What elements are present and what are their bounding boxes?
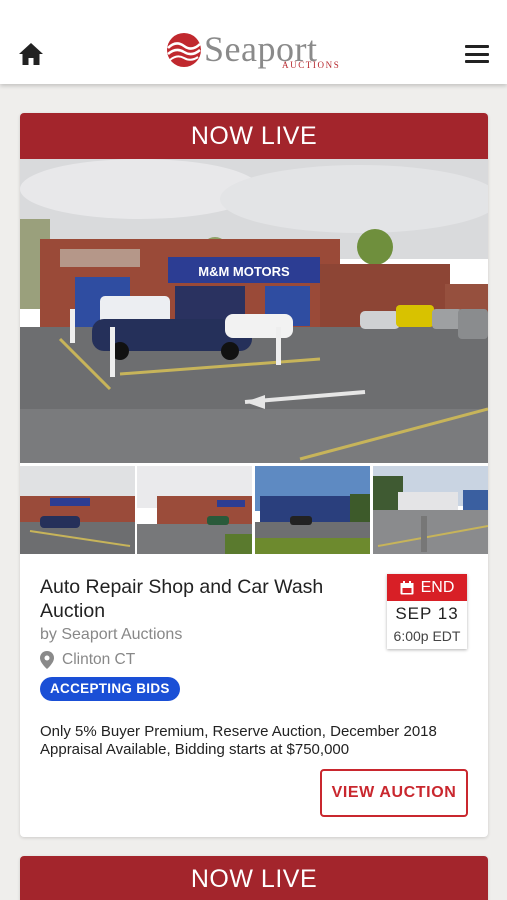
hamburger-menu-icon[interactable]: [465, 45, 489, 63]
auction-card[interactable]: NOW LIVE: [20, 856, 488, 900]
end-date: SEP 13: [395, 604, 459, 623]
listing-location: Clinton CT: [40, 651, 135, 669]
end-date-header: END: [387, 574, 467, 601]
shop-sign-text: M&M MOTORS: [198, 264, 290, 279]
now-live-banner: NOW LIVE: [20, 113, 488, 159]
location-text: Clinton CT: [62, 651, 136, 668]
thumbnail-photo[interactable]: [137, 466, 252, 554]
listing-description: Only 5% Buyer Premium, Reserve Auction, …: [40, 723, 437, 758]
photo-thumbnails: [20, 466, 488, 554]
seaport-logo[interactable]: Seaport AUCTIONS: [166, 30, 346, 72]
auction-card[interactable]: NOW LIVE M&M MOTORS Auto Repair Shop and…: [20, 113, 488, 837]
thumbnail-photo[interactable]: [373, 466, 488, 554]
thumbnail-photo[interactable]: [20, 466, 135, 554]
location-pin-icon: [40, 651, 54, 669]
status-badge: ACCEPTING BIDS: [40, 677, 180, 701]
home-icon[interactable]: [18, 42, 44, 66]
view-auction-button[interactable]: VIEW AUCTION: [320, 769, 468, 817]
end-label: END: [420, 579, 455, 596]
logo-subtitle: AUCTIONS: [282, 60, 341, 70]
now-live-banner: NOW LIVE: [20, 856, 488, 900]
thumbnail-photo[interactable]: [255, 466, 370, 554]
end-date-box: END SEP 13 6:00p EDT: [387, 574, 467, 649]
listing-title[interactable]: Auto Repair Shop and Car Wash Auction: [40, 575, 370, 623]
logo-wave-icon: [166, 32, 202, 68]
calendar-icon: [400, 580, 414, 594]
main-listing-photo[interactable]: M&M MOTORS: [20, 159, 488, 463]
end-time: 6:00p EDT: [393, 628, 461, 644]
app-header: Seaport AUCTIONS: [0, 0, 507, 84]
seller-name: by Seaport Auctions: [40, 626, 183, 643]
